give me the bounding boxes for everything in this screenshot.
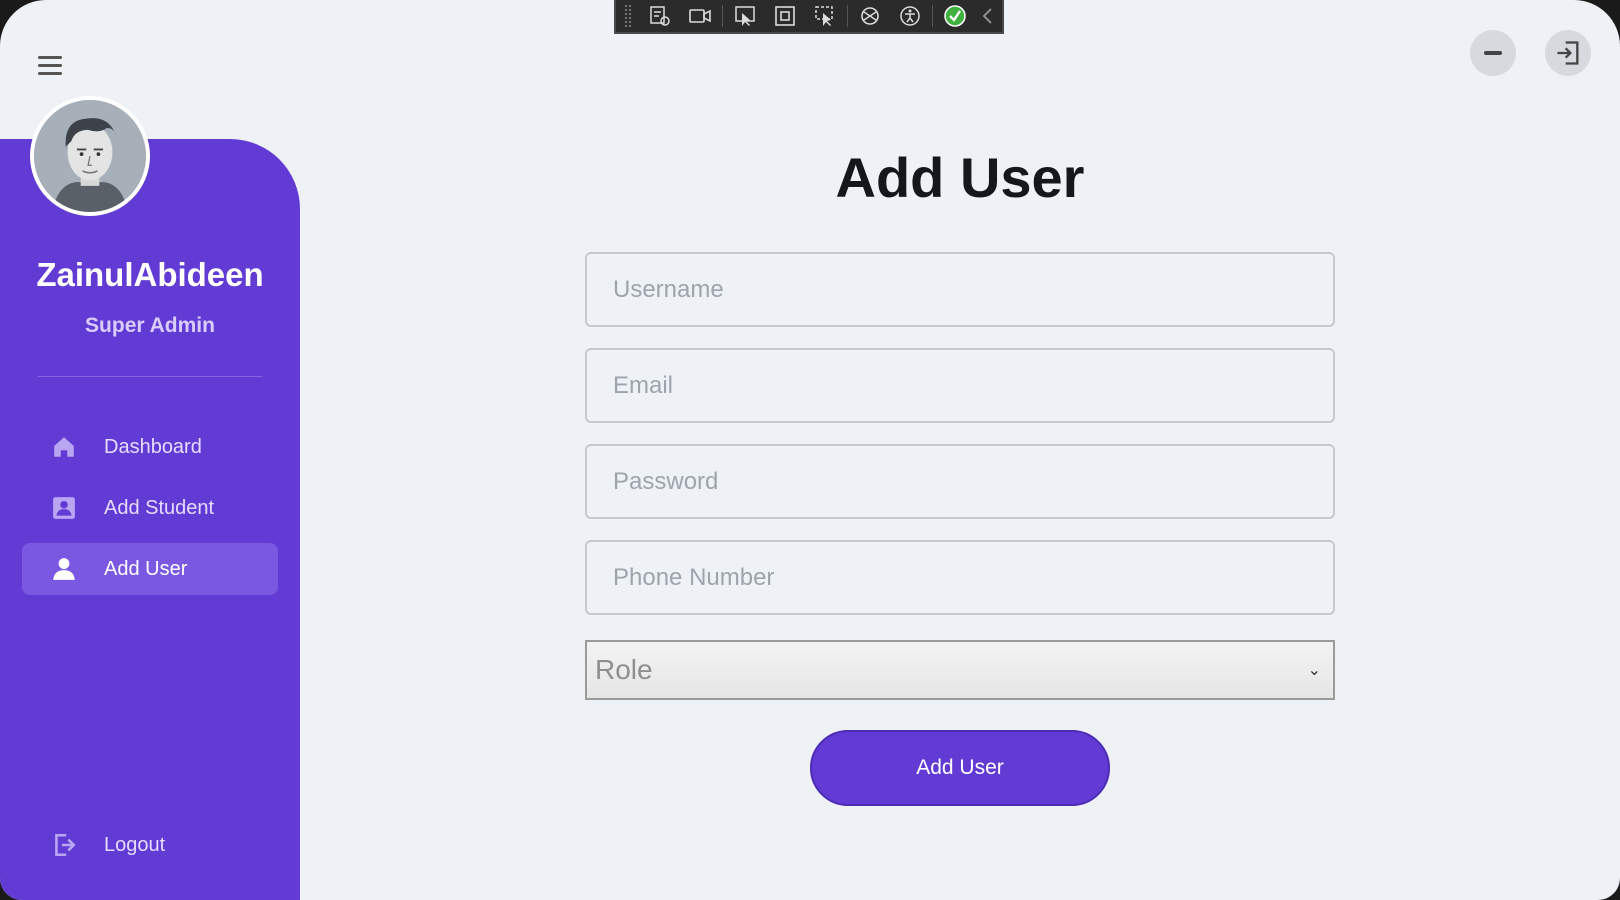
collapse-icon[interactable]: [975, 1, 1001, 31]
avatar: [30, 96, 150, 216]
sidebar-divider: [38, 376, 262, 377]
sidebar-item-label: Add Student: [104, 496, 215, 519]
home-icon: [46, 429, 82, 465]
sidebar-item-add-student[interactable]: Add Student: [22, 482, 278, 534]
minus-icon: [1484, 51, 1502, 55]
role-select-value: Role: [595, 654, 653, 685]
hot-reload-icon[interactable]: [850, 1, 890, 31]
user-role: Super Admin: [85, 314, 215, 337]
username-field[interactable]: [585, 252, 1335, 327]
sidebar-item-dashboard[interactable]: Dashboard: [22, 421, 278, 473]
person-icon: [46, 551, 82, 587]
debug-toolbar: [614, 0, 1004, 34]
email-field[interactable]: [585, 348, 1335, 423]
chevron-down-icon: ⌄: [1307, 662, 1321, 679]
password-field[interactable]: [585, 444, 1335, 519]
hamburger-menu-icon[interactable]: [38, 52, 68, 78]
hit-test-icon[interactable]: [805, 1, 845, 31]
logout-icon: [46, 827, 82, 863]
accessibility-icon[interactable]: [890, 1, 930, 31]
check-status-icon[interactable]: [935, 1, 975, 31]
page-title: Add User: [835, 146, 1085, 209]
exit-button[interactable]: [1545, 30, 1591, 76]
sidebar-item-label: Add User: [104, 557, 188, 580]
contact-card-icon: [46, 490, 82, 526]
layout-icon[interactable]: [765, 1, 805, 31]
user-name: ZainulAbideen: [36, 256, 264, 293]
logout-button[interactable]: Logout: [22, 819, 278, 871]
select-element-icon[interactable]: [640, 1, 680, 31]
exit-icon: [1557, 41, 1579, 65]
record-icon[interactable]: [680, 1, 720, 31]
phone-number-field[interactable]: [585, 540, 1335, 615]
add-user-button[interactable]: Add User: [810, 730, 1110, 806]
logout-label: Logout: [104, 833, 166, 856]
sidebar-item-label: Dashboard: [104, 435, 202, 458]
role-select[interactable]: Role ⌄: [585, 640, 1335, 700]
app-window: ZainulAbideen Super Admin Dashboard Add …: [0, 0, 1620, 900]
sidebar-item-add-user[interactable]: Add User: [22, 543, 278, 595]
pointer-icon[interactable]: [725, 1, 765, 31]
minimize-button[interactable]: [1470, 30, 1516, 76]
toolbar-grip[interactable]: [624, 4, 632, 28]
